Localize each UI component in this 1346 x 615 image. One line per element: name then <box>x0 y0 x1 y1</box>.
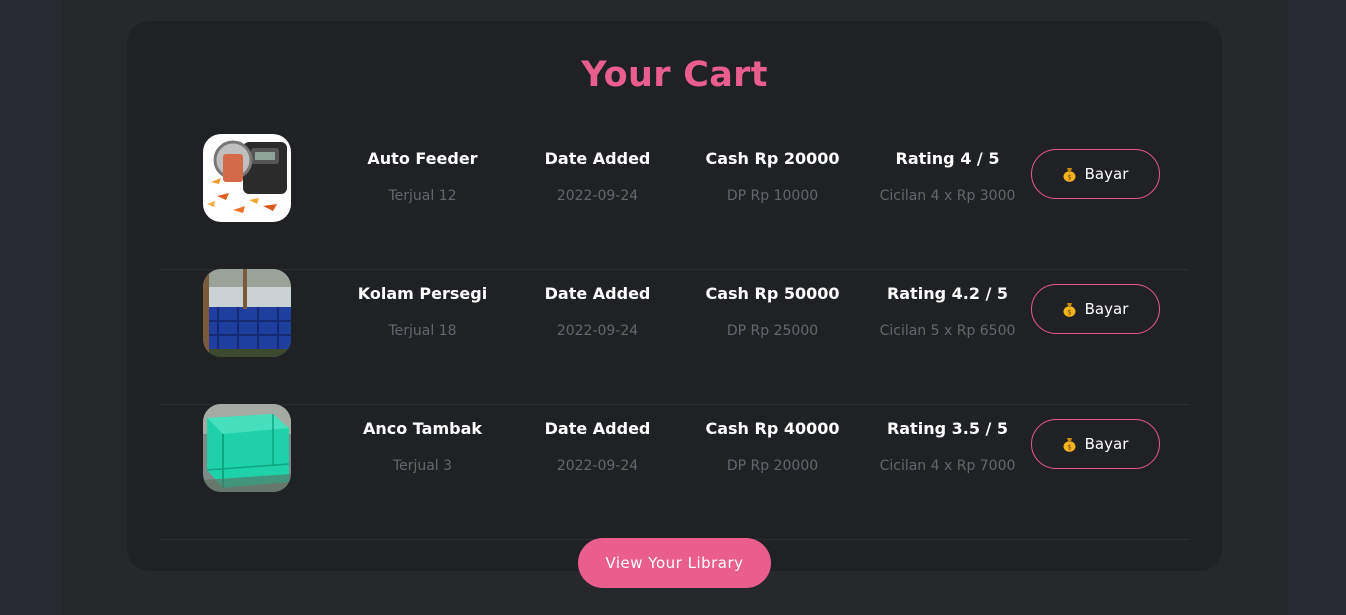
dp-price: DP Rp 20000 <box>726 458 819 474</box>
installment-info: Cicilan 4 x Rp 3000 <box>879 188 1016 204</box>
page-title: Your Cart <box>581 55 768 95</box>
cart-row: Anco Tambak Terjual 3 Date Added 2022-09… <box>160 404 1189 540</box>
product-info: Anco Tambak Terjual 3 <box>335 419 510 475</box>
rating-value: Rating 3.5 / 5 <box>886 419 1009 438</box>
dp-price: DP Rp 10000 <box>726 188 819 204</box>
product-name: Auto Feeder <box>367 149 478 168</box>
pay-button[interactable]: $ Bayar <box>1031 284 1160 334</box>
money-bag-icon: $ <box>1063 437 1076 452</box>
date-info: Date Added 2022-09-24 <box>510 419 685 475</box>
rating-info: Rating 3.5 / 5 Cicilan 4 x Rp 7000 <box>860 419 1035 475</box>
product-thumbnail[interactable] <box>203 134 291 222</box>
cash-price: Cash Rp 40000 <box>705 419 840 438</box>
product-name: Anco Tambak <box>362 419 483 438</box>
svg-text:$: $ <box>1067 308 1071 316</box>
cart-card: Your Cart Auto Feeder Terjual 12 Date Ad… <box>127 21 1222 571</box>
date-label: Date Added <box>544 149 651 168</box>
price-info: Cash Rp 20000 DP Rp 10000 <box>685 149 860 205</box>
rating-info: Rating 4.2 / 5 Cicilan 5 x Rp 6500 <box>860 284 1035 340</box>
cash-price: Cash Rp 20000 <box>705 149 840 168</box>
pay-button[interactable]: $ Bayar <box>1031 419 1160 469</box>
square-pond-image <box>203 269 291 357</box>
rating-value: Rating 4.2 / 5 <box>886 284 1009 303</box>
rating-value: Rating 4 / 5 <box>895 149 1000 168</box>
sold-count: Terjual 18 <box>388 323 457 339</box>
price-info: Cash Rp 50000 DP Rp 25000 <box>685 284 860 340</box>
sold-count: Terjual 12 <box>388 188 457 204</box>
cart-row: Auto Feeder Terjual 12 Date Added 2022-0… <box>160 134 1189 270</box>
auto-feeder-image <box>203 134 291 222</box>
dp-price: DP Rp 25000 <box>726 323 819 339</box>
pay-label: Bayar <box>1084 435 1129 453</box>
money-bag-icon: $ <box>1063 167 1076 182</box>
date-info: Date Added 2022-09-24 <box>510 149 685 205</box>
date-label: Date Added <box>544 284 651 303</box>
rating-info: Rating 4 / 5 Cicilan 4 x Rp 3000 <box>860 149 1035 205</box>
anco-net-image <box>203 404 291 492</box>
cash-price: Cash Rp 50000 <box>705 284 840 303</box>
date-value: 2022-09-24 <box>556 188 639 204</box>
cart-row: Kolam Persegi Terjual 18 Date Added 2022… <box>160 269 1189 405</box>
date-value: 2022-09-24 <box>556 458 639 474</box>
installment-info: Cicilan 4 x Rp 7000 <box>879 458 1016 474</box>
pay-label: Bayar <box>1084 165 1129 183</box>
date-label: Date Added <box>544 419 651 438</box>
money-bag-icon: $ <box>1063 302 1076 317</box>
sold-count: Terjual 3 <box>392 458 453 474</box>
product-thumbnail[interactable] <box>203 269 291 357</box>
view-library-button[interactable]: View Your Library <box>578 538 771 588</box>
svg-text:$: $ <box>1067 173 1071 181</box>
product-name: Kolam Persegi <box>357 284 488 303</box>
date-info: Date Added 2022-09-24 <box>510 284 685 340</box>
date-value: 2022-09-24 <box>556 323 639 339</box>
product-info: Auto Feeder Terjual 12 <box>335 149 510 205</box>
pay-button[interactable]: $ Bayar <box>1031 149 1160 199</box>
product-info: Kolam Persegi Terjual 18 <box>335 284 510 340</box>
installment-info: Cicilan 5 x Rp 6500 <box>879 323 1016 339</box>
price-info: Cash Rp 40000 DP Rp 20000 <box>685 419 860 475</box>
svg-text:$: $ <box>1067 443 1071 451</box>
pay-label: Bayar <box>1084 300 1129 318</box>
product-thumbnail[interactable] <box>203 404 291 492</box>
